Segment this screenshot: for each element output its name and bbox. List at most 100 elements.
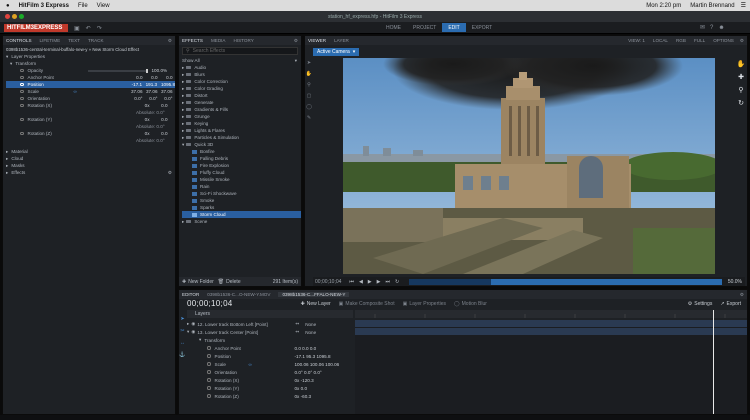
- editor-timecode[interactable]: 00;00;10;04: [187, 299, 233, 308]
- effect-item[interactable]: Smoke: [182, 197, 301, 204]
- go-start-icon[interactable]: ⏮: [349, 279, 354, 285]
- effect-category[interactable]: ▸ Color Correction: [182, 78, 301, 85]
- play-icon[interactable]: ▶: [368, 279, 372, 285]
- panel-settings-icon[interactable]: ⚙: [294, 38, 298, 44]
- notification-icon[interactable]: ✉: [700, 24, 705, 31]
- hamburger-icon[interactable]: ☰: [741, 2, 746, 9]
- full-select[interactable]: FULL: [694, 38, 705, 43]
- layer-properties-button[interactable]: ▣ Layer Properties: [403, 301, 446, 307]
- rectangle-mask-icon[interactable]: ▢: [307, 93, 312, 99]
- slip-tool-icon[interactable]: ↔: [180, 340, 185, 346]
- effect-item[interactable]: Sci-Fi Shockwave: [182, 190, 301, 197]
- keyframe-icon[interactable]: [20, 82, 24, 87]
- layer-prop-row[interactable]: Position -17.1 95.3 1095.8: [187, 352, 353, 360]
- rgb-select[interactable]: RGB: [676, 38, 686, 43]
- keyframe-icon[interactable]: [20, 131, 24, 136]
- transform-row[interactable]: ▾ Transform: [6, 60, 175, 67]
- tab-layer[interactable]: LAYER: [334, 38, 349, 43]
- motion-blur-button[interactable]: ◯ Motion Blur: [454, 301, 487, 307]
- prop-scale[interactable]: Scale ∞ 37.06 37.06 37.06: [6, 88, 175, 95]
- nav-project[interactable]: PROJECT: [407, 23, 442, 32]
- section-masks[interactable]: ▸ Masks: [6, 162, 175, 169]
- active-camera-dropdown[interactable]: Active Camera ▾: [313, 48, 360, 56]
- zoom-tool-icon[interactable]: ⚲: [307, 82, 311, 88]
- view-select[interactable]: VIEW: 1: [628, 38, 645, 43]
- effect-category[interactable]: ▸ Distort: [182, 92, 301, 99]
- keyframe-icon[interactable]: [20, 75, 24, 80]
- layer-row[interactable]: ▸ ◉ 12. Lower track Bottom Left [Point] ↭ No…: [187, 320, 353, 328]
- show-all-filter[interactable]: Show All ▾: [182, 57, 301, 64]
- effect-item-storm-cloud[interactable]: Storm Cloud: [182, 211, 301, 218]
- new-folder-button[interactable]: ✚ New Folder: [182, 279, 214, 285]
- redo-icon[interactable]: ↷: [97, 25, 102, 32]
- step-forward-icon[interactable]: ▶: [377, 279, 381, 285]
- mac-app-name[interactable]: HitFilm 3 Express: [19, 3, 69, 9]
- opacity-slider[interactable]: [87, 68, 148, 73]
- layer-prop-row[interactable]: Anchor Point 0.0 0.0 0.0: [187, 344, 353, 352]
- panel-settings-icon[interactable]: ⚙: [740, 38, 744, 44]
- help-icon[interactable]: ?: [710, 25, 713, 31]
- effect-item[interactable]: Sparks: [182, 204, 301, 211]
- tab-track[interactable]: TRACK: [88, 38, 104, 43]
- pan-tool-icon[interactable]: ✋: [306, 71, 312, 77]
- parent-icon[interactable]: ↭: [295, 321, 299, 327]
- grab-icon[interactable]: ✋: [737, 60, 746, 68]
- tab-editor[interactable]: EDITOR: [182, 292, 199, 297]
- effect-category[interactable]: ▸ Keying: [182, 120, 301, 127]
- eye-icon[interactable]: ◉: [191, 329, 195, 335]
- options-select[interactable]: OPTIONS: [713, 38, 734, 43]
- parent-icon[interactable]: ↭: [295, 329, 299, 335]
- layer-prop-row[interactable]: Rotation (Y) 0x 0.0: [187, 384, 353, 392]
- export-button[interactable]: ↗ Export: [720, 301, 741, 307]
- close-window-icon[interactable]: [5, 14, 10, 19]
- prop-opacity[interactable]: Opacity 100.0%: [6, 67, 175, 74]
- apple-icon[interactable]: ●: [6, 3, 10, 9]
- tab-media[interactable]: MEDIA: [211, 38, 226, 43]
- effect-category[interactable]: ▸ Gradients & Fills: [182, 106, 301, 113]
- nav-edit[interactable]: EDIT: [442, 23, 466, 32]
- section-cloud[interactable]: ▸ Cloud: [6, 155, 175, 162]
- effect-item[interactable]: Bonfire: [182, 148, 301, 155]
- layer-row[interactable]: ▾ ◉ 13. Lower track Center [Point] ↭ None: [187, 328, 353, 336]
- account-icon[interactable]: ☻: [718, 25, 724, 31]
- keyframe-icon[interactable]: [20, 89, 24, 94]
- section-material[interactable]: ▸ Material: [6, 148, 175, 155]
- layer-prop-row[interactable]: Scale ∞ 100.06 100.06 100.06: [187, 360, 353, 368]
- make-composite-shot-button[interactable]: ▣ Make Composite Shot: [339, 301, 395, 307]
- tab-lifetime[interactable]: LIFETIME: [40, 38, 61, 43]
- nav-home[interactable]: HOME: [380, 23, 407, 32]
- section-effects[interactable]: ▸ Effects ⚙: [6, 169, 175, 176]
- orbit-icon[interactable]: ↻: [738, 99, 744, 107]
- effect-category[interactable]: ▸ Particles & Simulation: [182, 134, 301, 141]
- new-layer-button[interactable]: ✚ New Layer: [301, 301, 331, 307]
- step-back-icon[interactable]: ◀: [359, 279, 363, 285]
- effect-item[interactable]: Fire Explosion: [182, 162, 301, 169]
- ellipse-mask-icon[interactable]: ◯: [306, 104, 312, 110]
- mac-user[interactable]: Martin Brennand: [690, 3, 734, 9]
- panel-settings-icon[interactable]: ⚙: [740, 292, 744, 298]
- move-icon[interactable]: ✚: [738, 73, 744, 81]
- panel-settings-icon[interactable]: ⚙: [168, 38, 172, 44]
- layer-prop-row[interactable]: Rotation (X) 0x -120.3: [187, 376, 353, 384]
- time-ruler[interactable]: [355, 310, 747, 318]
- save-icon[interactable]: ▣: [74, 25, 80, 32]
- effects-search-input[interactable]: ⚲ Search Effects: [182, 47, 298, 55]
- snap-icon[interactable]: ⚓: [179, 352, 185, 358]
- layer-properties-row[interactable]: ▾ Layer Properties: [6, 53, 175, 60]
- effect-category-quick3d[interactable]: ▾ Quick 3D: [182, 141, 301, 148]
- layer-bar[interactable]: [355, 328, 747, 335]
- viewer-canvas[interactable]: [343, 58, 715, 274]
- effect-category[interactable]: ▸ Scene: [182, 218, 301, 225]
- tab-effects[interactable]: EFFECTS: [182, 38, 203, 43]
- prop-rotation-x[interactable]: Rotation (X) 0x 0.0: [6, 102, 175, 109]
- delete-button[interactable]: 🗑 Delete: [218, 279, 241, 285]
- select-tool-icon[interactable]: ➤: [307, 60, 311, 66]
- add-effect-icon[interactable]: ⚙: [168, 170, 172, 176]
- prop-position[interactable]: Position -17.1 191.3 1095.8: [6, 81, 175, 88]
- link-icon[interactable]: ∞: [249, 362, 269, 367]
- effect-category[interactable]: ▸ Generate: [182, 99, 301, 106]
- tab-controls[interactable]: CONTROLS: [6, 38, 32, 43]
- loop-icon[interactable]: ↻: [395, 279, 399, 285]
- effect-category[interactable]: ▸ Audio: [182, 64, 301, 71]
- keyframe-icon[interactable]: [20, 103, 24, 108]
